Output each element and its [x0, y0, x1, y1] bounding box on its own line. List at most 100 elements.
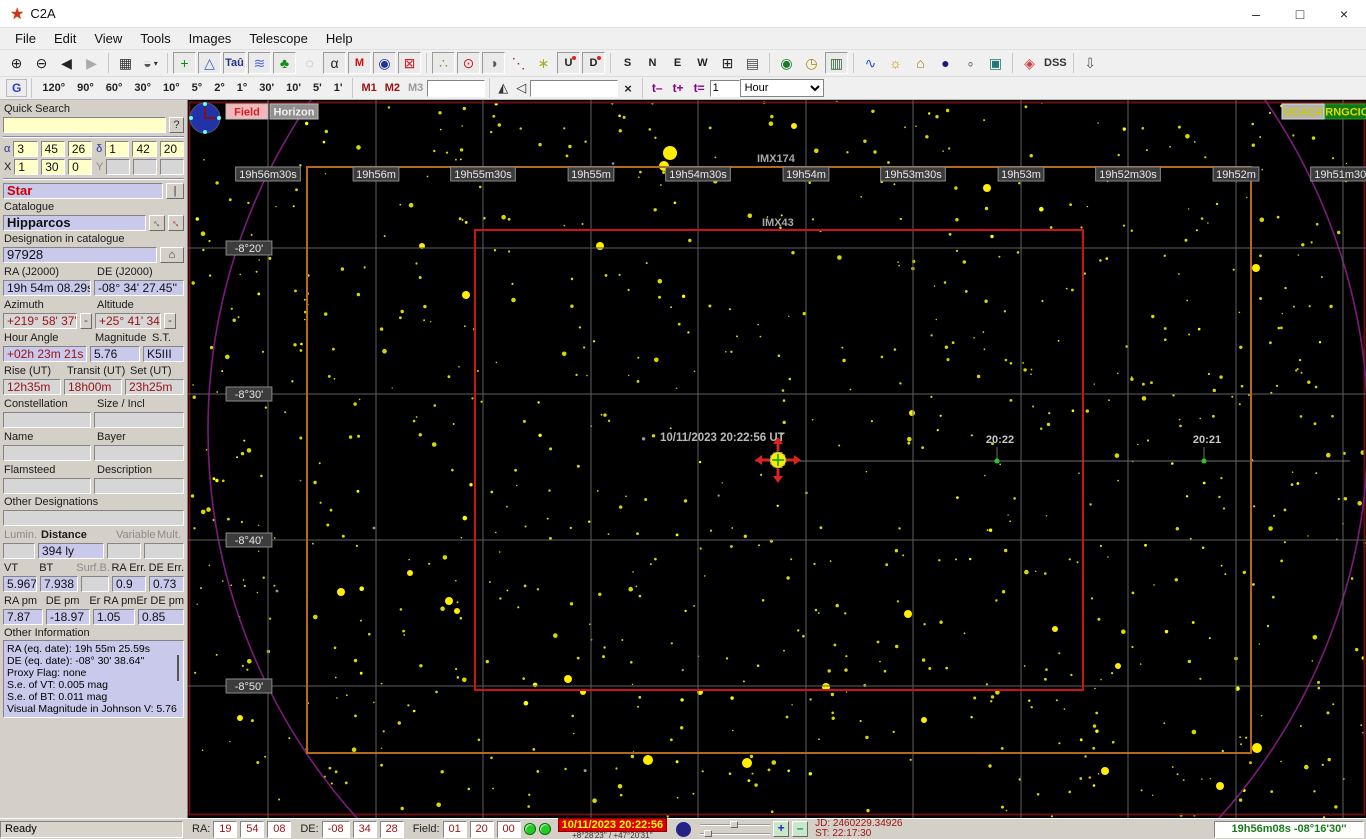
menu-tools[interactable]: Tools	[131, 28, 179, 50]
dwarf-planets-icon[interactable]: D	[582, 52, 605, 74]
messier-icon[interactable]: M	[348, 52, 371, 74]
marker-m1-button[interactable]: M1	[357, 82, 380, 94]
east-icon[interactable]: E	[666, 52, 689, 74]
status-ra-s[interactable]: 08	[267, 820, 292, 838]
field-frame-icon[interactable]: ⊠	[398, 52, 421, 74]
north-icon[interactable]: N	[641, 52, 664, 74]
compass-rose[interactable]	[189, 102, 221, 134]
fov-10deg[interactable]: 10°	[157, 82, 186, 94]
de-m-field[interactable]: 42	[132, 141, 157, 157]
status-field-s[interactable]: 00	[496, 820, 521, 838]
constellation-lines-icon[interactable]: △	[198, 52, 221, 74]
sky-chart-canvas[interactable]: IMX174 IMX43 20:22 20:21 19h56m30s 19h56m 19h5…	[188, 100, 1366, 818]
minimize-button[interactable]: –	[1234, 0, 1278, 28]
fov-1deg[interactable]: 1°	[231, 82, 254, 94]
speed-slider[interactable]	[700, 830, 771, 837]
maximize-button[interactable]: □	[1278, 0, 1322, 28]
pan-icon[interactable]: ⊞	[716, 52, 739, 74]
fov-30deg[interactable]: 30°	[128, 82, 157, 94]
de-d-field[interactable]: 1	[105, 141, 130, 157]
asteroids-icon[interactable]: ⋱	[507, 52, 530, 74]
goto-button[interactable]: G	[6, 79, 28, 97]
flip-vertical-icon[interactable]: ◁	[512, 80, 530, 96]
dome-icon[interactable]: ⌂	[909, 52, 932, 74]
azimuth-minus-button[interactable]: -	[80, 313, 92, 329]
horizon-view-icon[interactable]: ◒ ▾	[139, 52, 162, 74]
object-type-button[interactable]: |	[166, 183, 184, 199]
close-button[interactable]: ×	[1322, 0, 1366, 28]
fov-30min[interactable]: 30'	[253, 82, 280, 94]
menu-file[interactable]: File	[6, 28, 45, 50]
comets-icon[interactable]: ∗	[532, 52, 555, 74]
status-de-d[interactable]: -08	[321, 820, 350, 838]
sky-chart[interactable]: IMX174 IMX43 20:22 20:21 19h56m30s 19h56m 19h5…	[188, 100, 1366, 818]
y1-field[interactable]	[106, 159, 131, 175]
status-de-m[interactable]: 34	[352, 820, 377, 838]
time-step-input[interactable]	[709, 79, 740, 97]
uranus-icon[interactable]: U	[557, 52, 580, 74]
badge-field[interactable]: Field	[225, 103, 269, 120]
catalogue-prev-icon[interactable]: ↔	[149, 215, 165, 231]
de-s-field[interactable]: 20	[159, 141, 184, 157]
star-cluster-icon[interactable]: ∴	[432, 52, 455, 74]
zoom-out-icon[interactable]: ⊖	[30, 52, 53, 74]
y2-field[interactable]	[133, 159, 158, 175]
menu-telescope[interactable]: Telescope	[240, 28, 317, 50]
search-help-button[interactable]: ?	[169, 117, 184, 133]
status-field-d[interactable]: 01	[442, 820, 467, 838]
altitude-minus-button[interactable]: -	[164, 313, 176, 329]
y3-field[interactable]	[160, 159, 185, 175]
x3-field[interactable]: 0	[68, 159, 93, 175]
status-field-m[interactable]: 20	[469, 820, 494, 838]
time-unit-select[interactable]: Hour	[739, 79, 824, 97]
badge-rngcic[interactable]: RNGCIC	[1324, 103, 1366, 120]
catalogue-next-icon[interactable]: ↔	[168, 215, 184, 231]
status-datetime[interactable]: 10/11/2023 20:22:56	[557, 818, 668, 832]
fov-1min[interactable]: 1'	[328, 82, 349, 94]
night-mode-icon[interactable]: ●	[934, 52, 957, 74]
deepsky-outline-icon[interactable]: ◌	[298, 52, 321, 74]
object-type-field[interactable]: Star	[3, 183, 163, 199]
south-icon[interactable]: S	[616, 52, 639, 74]
ra-m-field[interactable]: 45	[40, 141, 65, 157]
badge-horizon[interactable]: Horizon	[269, 103, 319, 120]
constellation-names-icon[interactable]: Taû	[223, 52, 246, 74]
status-de-s[interactable]: 28	[379, 820, 404, 838]
info-scrollbar[interactable]	[177, 655, 179, 681]
zoom-in-icon[interactable]: ⊕	[5, 52, 28, 74]
marker-m2-button[interactable]: M2	[381, 82, 404, 94]
previous-view-icon[interactable]: ◀	[55, 52, 78, 74]
designation-field[interactable]: 97928	[3, 247, 157, 263]
menu-help[interactable]: Help	[317, 28, 362, 50]
ra-s-field[interactable]: 26	[67, 141, 93, 157]
marker-m3-button[interactable]: M3	[404, 82, 427, 94]
fov-10min[interactable]: 10'	[280, 82, 307, 94]
deepsky-objects-icon[interactable]: ◉	[373, 52, 396, 74]
fov-120deg[interactable]: 120°	[36, 82, 71, 94]
time-now-button[interactable]: t=	[689, 81, 710, 95]
x2-field[interactable]: 30	[41, 159, 66, 175]
sun-options-icon[interactable]: ☼	[884, 52, 907, 74]
camera-icon[interactable]: ▣	[984, 52, 1007, 74]
menu-view[interactable]: View	[85, 28, 131, 50]
fov-90deg[interactable]: 90°	[71, 82, 100, 94]
center-coordinates-icon[interactable]: +	[173, 52, 196, 74]
earth-icon[interactable]: ◉	[775, 52, 798, 74]
telescope-link-icon[interactable]: ⇩	[1078, 52, 1102, 74]
status-ra-m[interactable]: 54	[240, 820, 265, 838]
catalogue-field[interactable]: Hipparcos	[3, 215, 146, 231]
next-view-icon[interactable]: ▶	[80, 52, 103, 74]
badge-ucac4[interactable]: UCAC4	[1281, 103, 1325, 120]
goto-object-button[interactable]: ⌂	[160, 247, 184, 263]
flip-horizontal-icon[interactable]: ◭	[494, 80, 512, 96]
quick-search-input[interactable]	[3, 117, 166, 133]
time-forward-button[interactable]: +	[773, 821, 790, 837]
ccd-frame-icon[interactable]: ◈	[1018, 52, 1041, 74]
time-minus-button[interactable]: t–	[647, 81, 668, 95]
time-slider[interactable]	[700, 821, 771, 828]
grid-icon[interactable]: ▦	[114, 52, 137, 74]
nebula-icon[interactable]: ⊙	[457, 52, 480, 74]
milky-way-icon[interactable]: ≋	[248, 52, 271, 74]
dss-image-icon[interactable]: DSS	[1043, 52, 1068, 74]
toolbar-search-input[interactable]	[530, 79, 619, 97]
